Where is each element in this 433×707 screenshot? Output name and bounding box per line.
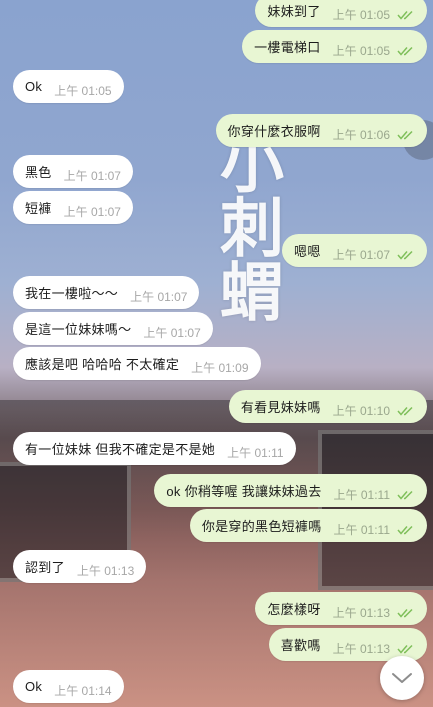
message-time: 上午 01:10 xyxy=(332,404,390,418)
message-time: 上午 01:05 xyxy=(332,8,390,22)
message-time: 上午 01:05 xyxy=(332,44,390,58)
double-check-icon xyxy=(397,525,413,535)
message-bubble-in[interactable]: 短褲 上午 01:07 xyxy=(13,191,133,224)
message-time: 上午 01:07 xyxy=(63,205,121,219)
message-time: 上午 01:06 xyxy=(332,128,390,142)
message-time: 上午 01:07 xyxy=(332,248,390,262)
message-time: 上午 01:11 xyxy=(333,488,390,502)
message-text: ok 你稍等喔 我讓妹妹過去 xyxy=(166,484,322,499)
double-check-icon xyxy=(397,644,413,654)
message-bubble-in[interactable]: 黑色 上午 01:07 xyxy=(13,155,133,188)
wallpaper-overlay-text: 小刺蝟 xyxy=(209,130,283,322)
message-time: 上午 01:07 xyxy=(130,290,188,304)
double-check-icon xyxy=(397,490,413,500)
message-text: 黑色 xyxy=(25,165,52,180)
message-bubble-in[interactable]: 認到了 上午 01:13 xyxy=(13,550,147,583)
message-bubble-in[interactable]: 有一位妹妹 但我不確定是不是她 上午 01:11 xyxy=(13,432,296,465)
message-text: 你穿什麼衣服啊 xyxy=(227,124,321,139)
double-check-icon xyxy=(397,608,413,618)
double-check-icon xyxy=(397,46,413,56)
message-text: 一樓電梯口 xyxy=(254,40,321,55)
message-text: 是這一位妹妹嗎～ xyxy=(25,322,132,337)
message-text: 認到了 xyxy=(25,560,65,575)
message-text: 有看見妹妹嗎 xyxy=(240,400,321,415)
message-bubble-out[interactable]: 你是穿的黑色短褲嗎 上午 01:11 xyxy=(189,509,427,542)
message-bubble-out[interactable]: 妹妹到了 上午 01:05 xyxy=(255,0,427,27)
message-bubble-in[interactable]: 應該是吧 哈哈哈 不太確定 上午 01:09 xyxy=(13,347,261,380)
message-bubble-out[interactable]: 一樓電梯口 上午 01:05 xyxy=(242,30,427,63)
message-text: Ok xyxy=(25,79,43,94)
double-check-icon xyxy=(397,250,413,260)
message-time: 上午 01:11 xyxy=(227,446,284,460)
message-bubble-in[interactable]: Ok 上午 01:14 xyxy=(13,670,124,703)
message-time: 上午 01:13 xyxy=(332,642,390,656)
chevron-down-icon xyxy=(392,673,412,683)
double-check-icon xyxy=(397,406,413,416)
message-time: 上午 01:05 xyxy=(54,84,112,98)
scroll-to-bottom-button[interactable] xyxy=(380,656,424,700)
message-text: 我在一樓啦～～ xyxy=(25,286,119,301)
double-check-icon xyxy=(397,10,413,20)
message-text: 有一位妹妹 但我不確定是不是她 xyxy=(25,442,216,457)
message-bubble-in[interactable]: Ok 上午 01:05 xyxy=(13,70,124,103)
double-check-icon xyxy=(397,130,413,140)
message-time: 上午 01:14 xyxy=(54,684,112,698)
message-bubble-out[interactable]: 怎麼樣呀 上午 01:13 xyxy=(255,592,427,625)
message-text: 怎麼樣呀 xyxy=(267,602,321,617)
message-bubble-out[interactable]: 有看見妹妹嗎 上午 01:10 xyxy=(228,390,427,423)
message-text: 妹妹到了 xyxy=(267,4,321,19)
message-time: 上午 01:13 xyxy=(332,606,390,620)
message-bubble-in[interactable]: 我在一樓啦～～ 上午 01:07 xyxy=(13,276,200,309)
message-bubble-out[interactable]: ok 你稍等喔 我讓妹妹過去 上午 01:11 xyxy=(154,474,427,507)
message-text: 應該是吧 哈哈哈 不太確定 xyxy=(25,357,180,372)
message-bubble-out[interactable]: 你穿什麼衣服啊 上午 01:06 xyxy=(215,114,427,147)
message-time: 上午 01:11 xyxy=(333,523,390,537)
message-text: 短褲 xyxy=(25,201,52,216)
message-text: 喜歡嗎 xyxy=(280,638,321,653)
message-bubble-out[interactable]: 嗯嗯 上午 01:07 xyxy=(282,234,427,267)
message-time: 上午 01:07 xyxy=(143,326,201,340)
message-time: 上午 01:13 xyxy=(76,564,135,578)
message-time: 上午 01:07 xyxy=(63,169,121,183)
message-text: 你是穿的黑色短褲嗎 xyxy=(201,519,322,534)
message-text: Ok xyxy=(25,679,43,694)
message-text: 嗯嗯 xyxy=(294,244,321,259)
message-bubble-in[interactable]: 是這一位妹妹嗎～ 上午 01:07 xyxy=(13,312,213,345)
message-time: 上午 01:09 xyxy=(191,361,249,375)
